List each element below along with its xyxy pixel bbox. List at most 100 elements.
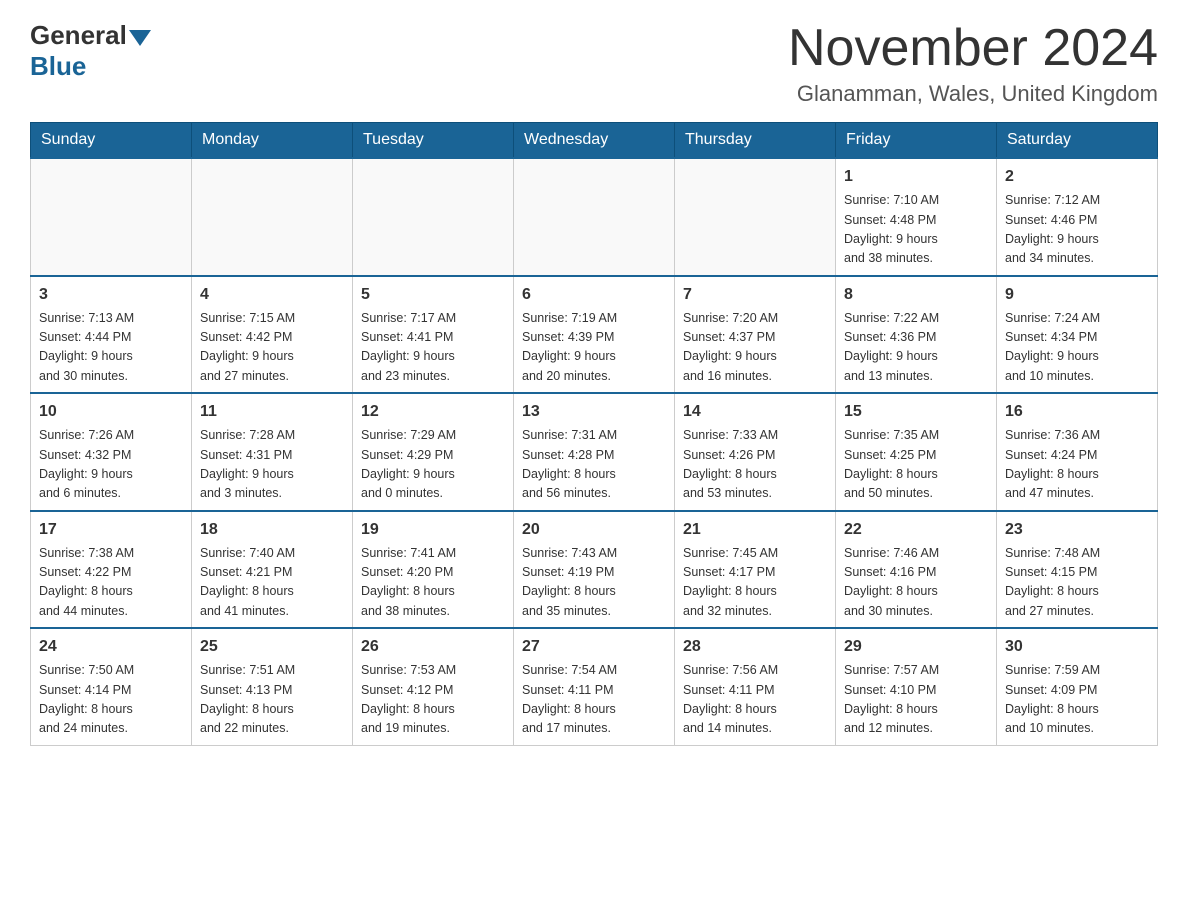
calendar-cell: 13Sunrise: 7:31 AMSunset: 4:28 PMDayligh… bbox=[514, 393, 675, 511]
calendar-cell: 17Sunrise: 7:38 AMSunset: 4:22 PMDayligh… bbox=[31, 511, 192, 629]
day-info: Sunrise: 7:35 AMSunset: 4:25 PMDaylight:… bbox=[844, 426, 988, 504]
day-number: 6 bbox=[522, 283, 666, 307]
calendar-header-thursday: Thursday bbox=[675, 123, 836, 159]
logo-text: General bbox=[30, 20, 151, 51]
month-title: November 2024 bbox=[788, 20, 1158, 77]
day-info: Sunrise: 7:26 AMSunset: 4:32 PMDaylight:… bbox=[39, 426, 183, 504]
day-info: Sunrise: 7:57 AMSunset: 4:10 PMDaylight:… bbox=[844, 661, 988, 739]
calendar-cell: 20Sunrise: 7:43 AMSunset: 4:19 PMDayligh… bbox=[514, 511, 675, 629]
calendar-cell: 1Sunrise: 7:10 AMSunset: 4:48 PMDaylight… bbox=[836, 158, 997, 276]
day-number: 18 bbox=[200, 518, 344, 542]
day-number: 13 bbox=[522, 400, 666, 424]
calendar-cell bbox=[675, 158, 836, 276]
day-number: 16 bbox=[1005, 400, 1149, 424]
day-info: Sunrise: 7:29 AMSunset: 4:29 PMDaylight:… bbox=[361, 426, 505, 504]
calendar-cell bbox=[192, 158, 353, 276]
calendar-cell: 19Sunrise: 7:41 AMSunset: 4:20 PMDayligh… bbox=[353, 511, 514, 629]
calendar-cell: 23Sunrise: 7:48 AMSunset: 4:15 PMDayligh… bbox=[997, 511, 1158, 629]
calendar-cell: 4Sunrise: 7:15 AMSunset: 4:42 PMDaylight… bbox=[192, 276, 353, 394]
calendar-cell: 16Sunrise: 7:36 AMSunset: 4:24 PMDayligh… bbox=[997, 393, 1158, 511]
day-number: 24 bbox=[39, 635, 183, 659]
calendar-cell: 12Sunrise: 7:29 AMSunset: 4:29 PMDayligh… bbox=[353, 393, 514, 511]
calendar-cell: 8Sunrise: 7:22 AMSunset: 4:36 PMDaylight… bbox=[836, 276, 997, 394]
day-info: Sunrise: 7:56 AMSunset: 4:11 PMDaylight:… bbox=[683, 661, 827, 739]
day-number: 30 bbox=[1005, 635, 1149, 659]
day-info: Sunrise: 7:22 AMSunset: 4:36 PMDaylight:… bbox=[844, 309, 988, 387]
calendar-cell bbox=[31, 158, 192, 276]
calendar-header-friday: Friday bbox=[836, 123, 997, 159]
logo-arrow-icon bbox=[129, 28, 151, 48]
calendar-cell: 11Sunrise: 7:28 AMSunset: 4:31 PMDayligh… bbox=[192, 393, 353, 511]
title-section: November 2024 Glanamman, Wales, United K… bbox=[788, 20, 1158, 107]
day-info: Sunrise: 7:15 AMSunset: 4:42 PMDaylight:… bbox=[200, 309, 344, 387]
calendar-table: SundayMondayTuesdayWednesdayThursdayFrid… bbox=[30, 122, 1158, 746]
day-number: 23 bbox=[1005, 518, 1149, 542]
calendar-header-monday: Monday bbox=[192, 123, 353, 159]
page-header: General Blue November 2024 Glanamman, Wa… bbox=[30, 20, 1158, 107]
day-number: 11 bbox=[200, 400, 344, 424]
day-info: Sunrise: 7:10 AMSunset: 4:48 PMDaylight:… bbox=[844, 191, 988, 269]
day-info: Sunrise: 7:50 AMSunset: 4:14 PMDaylight:… bbox=[39, 661, 183, 739]
calendar-cell: 14Sunrise: 7:33 AMSunset: 4:26 PMDayligh… bbox=[675, 393, 836, 511]
calendar-cell: 18Sunrise: 7:40 AMSunset: 4:21 PMDayligh… bbox=[192, 511, 353, 629]
day-number: 26 bbox=[361, 635, 505, 659]
logo-general-text: General bbox=[30, 20, 127, 51]
day-info: Sunrise: 7:13 AMSunset: 4:44 PMDaylight:… bbox=[39, 309, 183, 387]
day-info: Sunrise: 7:31 AMSunset: 4:28 PMDaylight:… bbox=[522, 426, 666, 504]
day-number: 28 bbox=[683, 635, 827, 659]
calendar-cell: 3Sunrise: 7:13 AMSunset: 4:44 PMDaylight… bbox=[31, 276, 192, 394]
calendar-cell: 21Sunrise: 7:45 AMSunset: 4:17 PMDayligh… bbox=[675, 511, 836, 629]
calendar-header-wednesday: Wednesday bbox=[514, 123, 675, 159]
day-number: 17 bbox=[39, 518, 183, 542]
day-info: Sunrise: 7:54 AMSunset: 4:11 PMDaylight:… bbox=[522, 661, 666, 739]
day-info: Sunrise: 7:17 AMSunset: 4:41 PMDaylight:… bbox=[361, 309, 505, 387]
calendar-cell: 22Sunrise: 7:46 AMSunset: 4:16 PMDayligh… bbox=[836, 511, 997, 629]
day-number: 21 bbox=[683, 518, 827, 542]
calendar-cell: 2Sunrise: 7:12 AMSunset: 4:46 PMDaylight… bbox=[997, 158, 1158, 276]
day-number: 20 bbox=[522, 518, 666, 542]
day-info: Sunrise: 7:46 AMSunset: 4:16 PMDaylight:… bbox=[844, 544, 988, 622]
day-number: 19 bbox=[361, 518, 505, 542]
day-number: 3 bbox=[39, 283, 183, 307]
calendar-week-3: 10Sunrise: 7:26 AMSunset: 4:32 PMDayligh… bbox=[31, 393, 1158, 511]
day-info: Sunrise: 7:20 AMSunset: 4:37 PMDaylight:… bbox=[683, 309, 827, 387]
calendar-week-5: 24Sunrise: 7:50 AMSunset: 4:14 PMDayligh… bbox=[31, 628, 1158, 745]
calendar-cell: 26Sunrise: 7:53 AMSunset: 4:12 PMDayligh… bbox=[353, 628, 514, 745]
calendar-cell: 27Sunrise: 7:54 AMSunset: 4:11 PMDayligh… bbox=[514, 628, 675, 745]
day-info: Sunrise: 7:41 AMSunset: 4:20 PMDaylight:… bbox=[361, 544, 505, 622]
day-info: Sunrise: 7:43 AMSunset: 4:19 PMDaylight:… bbox=[522, 544, 666, 622]
calendar-header-tuesday: Tuesday bbox=[353, 123, 514, 159]
calendar-cell: 6Sunrise: 7:19 AMSunset: 4:39 PMDaylight… bbox=[514, 276, 675, 394]
calendar-cell: 30Sunrise: 7:59 AMSunset: 4:09 PMDayligh… bbox=[997, 628, 1158, 745]
day-info: Sunrise: 7:59 AMSunset: 4:09 PMDaylight:… bbox=[1005, 661, 1149, 739]
calendar-header-saturday: Saturday bbox=[997, 123, 1158, 159]
calendar-cell: 10Sunrise: 7:26 AMSunset: 4:32 PMDayligh… bbox=[31, 393, 192, 511]
day-number: 9 bbox=[1005, 283, 1149, 307]
location-text: Glanamman, Wales, United Kingdom bbox=[788, 81, 1158, 107]
day-info: Sunrise: 7:19 AMSunset: 4:39 PMDaylight:… bbox=[522, 309, 666, 387]
day-info: Sunrise: 7:12 AMSunset: 4:46 PMDaylight:… bbox=[1005, 191, 1149, 269]
day-number: 10 bbox=[39, 400, 183, 424]
day-number: 7 bbox=[683, 283, 827, 307]
calendar-cell: 7Sunrise: 7:20 AMSunset: 4:37 PMDaylight… bbox=[675, 276, 836, 394]
calendar-cell: 9Sunrise: 7:24 AMSunset: 4:34 PMDaylight… bbox=[997, 276, 1158, 394]
day-info: Sunrise: 7:24 AMSunset: 4:34 PMDaylight:… bbox=[1005, 309, 1149, 387]
calendar-cell: 25Sunrise: 7:51 AMSunset: 4:13 PMDayligh… bbox=[192, 628, 353, 745]
day-info: Sunrise: 7:38 AMSunset: 4:22 PMDaylight:… bbox=[39, 544, 183, 622]
day-number: 8 bbox=[844, 283, 988, 307]
calendar-cell: 15Sunrise: 7:35 AMSunset: 4:25 PMDayligh… bbox=[836, 393, 997, 511]
calendar-header-row: SundayMondayTuesdayWednesdayThursdayFrid… bbox=[31, 123, 1158, 159]
day-number: 1 bbox=[844, 165, 988, 189]
calendar-cell: 24Sunrise: 7:50 AMSunset: 4:14 PMDayligh… bbox=[31, 628, 192, 745]
day-info: Sunrise: 7:48 AMSunset: 4:15 PMDaylight:… bbox=[1005, 544, 1149, 622]
calendar-week-4: 17Sunrise: 7:38 AMSunset: 4:22 PMDayligh… bbox=[31, 511, 1158, 629]
day-number: 4 bbox=[200, 283, 344, 307]
day-number: 25 bbox=[200, 635, 344, 659]
day-info: Sunrise: 7:28 AMSunset: 4:31 PMDaylight:… bbox=[200, 426, 344, 504]
logo-blue-text: Blue bbox=[30, 51, 86, 82]
calendar-cell: 29Sunrise: 7:57 AMSunset: 4:10 PMDayligh… bbox=[836, 628, 997, 745]
day-info: Sunrise: 7:51 AMSunset: 4:13 PMDaylight:… bbox=[200, 661, 344, 739]
calendar-week-2: 3Sunrise: 7:13 AMSunset: 4:44 PMDaylight… bbox=[31, 276, 1158, 394]
day-info: Sunrise: 7:45 AMSunset: 4:17 PMDaylight:… bbox=[683, 544, 827, 622]
logo: General Blue bbox=[30, 20, 151, 82]
